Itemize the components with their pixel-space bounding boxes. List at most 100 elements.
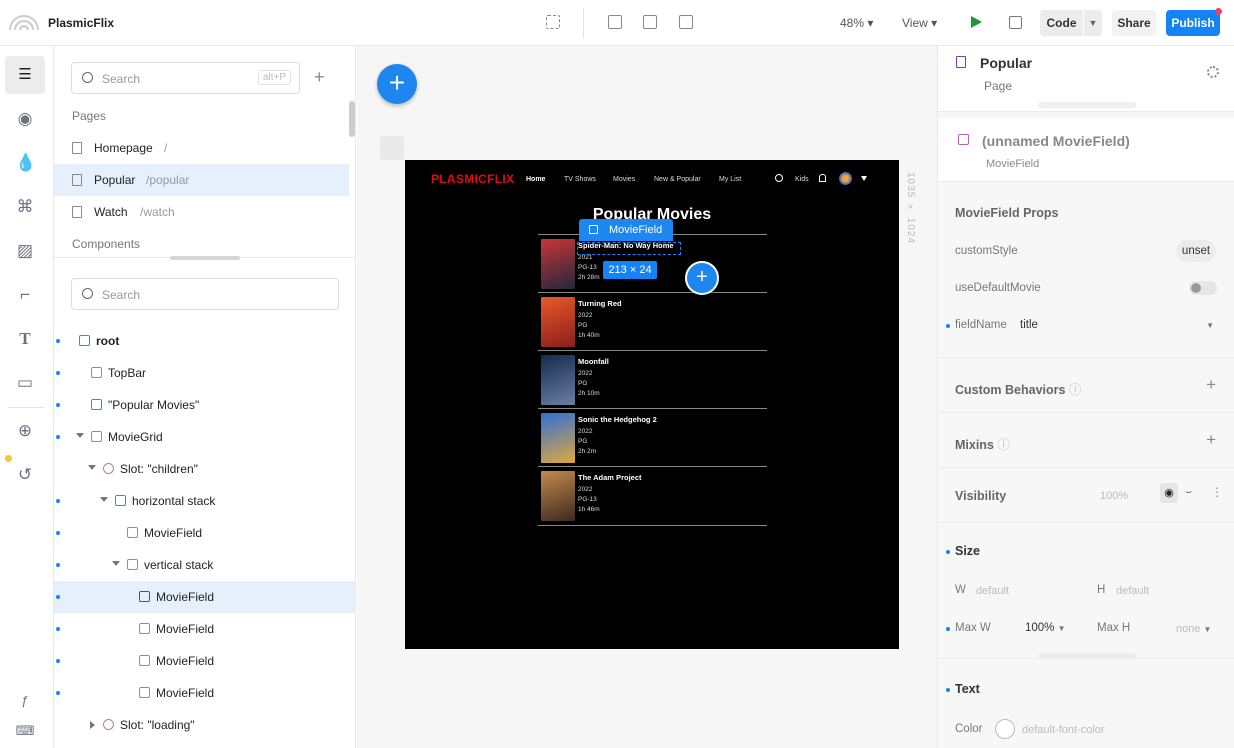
- site-nav-new-popular[interactable]: New & Popular: [654, 176, 701, 183]
- site-logo[interactable]: PLASMICFLIX: [431, 172, 514, 186]
- movie-runtime[interactable]: 2h 28m: [578, 274, 600, 281]
- movie-runtime[interactable]: 1h 46m: [578, 506, 600, 513]
- stack-icon[interactable]: [643, 15, 657, 29]
- tree-row-root[interactable]: root: [54, 325, 355, 357]
- tree-row-moviefield[interactable]: MovieField: [54, 517, 355, 549]
- movie-poster[interactable]: [541, 297, 575, 347]
- responsive-icon[interactable]: ▭: [15, 373, 35, 393]
- site-nav-home[interactable]: Home: [526, 176, 545, 183]
- color-value[interactable]: default-font-color: [1022, 724, 1105, 736]
- droplet-icon[interactable]: 💧: [15, 153, 36, 173]
- tree-row-slot-loading[interactable]: Slot: "loading": [54, 709, 355, 741]
- movie-poster[interactable]: [541, 355, 575, 405]
- tree-row-horizontal-stack[interactable]: horizontal stack: [54, 485, 355, 517]
- history-icon[interactable]: ↺: [15, 465, 35, 485]
- design-canvas[interactable]: + 1035 × 1024 PLASMICFLIX Home TV Shows …: [357, 46, 937, 748]
- frame-fullscreen-icon[interactable]: [380, 136, 404, 160]
- movie-year[interactable]: 2022: [578, 486, 592, 493]
- text-block-icon[interactable]: [679, 15, 693, 29]
- movie-year[interactable]: 2022: [578, 428, 592, 435]
- add-mixin-icon[interactable]: +: [1206, 430, 1216, 450]
- tree-row-moviefield[interactable]: MovieField: [54, 677, 355, 709]
- tree-search-input[interactable]: Search: [71, 278, 339, 310]
- site-kids-link[interactable]: Kids: [795, 176, 809, 183]
- eye-closed-icon[interactable]: ⌣: [1185, 486, 1192, 499]
- color-swatch[interactable]: [995, 719, 1015, 739]
- chevron-down-icon[interactable]: [88, 465, 96, 470]
- plasmic-logo-icon[interactable]: [8, 12, 40, 32]
- add-page-icon[interactable]: +: [314, 67, 325, 88]
- movie-runtime[interactable]: 1h 40m: [578, 332, 600, 339]
- movie-rating[interactable]: PG: [578, 380, 587, 387]
- site-nav-tv-shows[interactable]: TV Shows: [564, 176, 596, 183]
- height-input[interactable]: default: [1116, 585, 1149, 597]
- tree-row-vertical-stack[interactable]: vertical stack: [54, 549, 355, 581]
- movie-title[interactable]: Turning Red: [578, 299, 622, 308]
- tree-row-slot-children[interactable]: Slot: "children": [54, 453, 355, 485]
- chevron-down-icon[interactable]: [100, 497, 108, 502]
- typography-icon[interactable]: T: [15, 329, 35, 349]
- tree-row-text[interactable]: "Popular Movies": [54, 389, 355, 421]
- page-search-input[interactable]: Search alt+P: [71, 62, 300, 94]
- gear-icon[interactable]: [1207, 66, 1219, 78]
- preview-play-icon[interactable]: [971, 16, 982, 28]
- compass-icon[interactable]: ◉: [15, 109, 35, 129]
- field-name-value[interactable]: title: [1020, 319, 1038, 331]
- movie-runtime[interactable]: 2h 2m: [578, 448, 596, 455]
- movie-row[interactable]: Sonic the Hedgehog 2 2022 PG 2h 2m: [538, 408, 767, 466]
- opacity-value[interactable]: 100%: [1100, 490, 1128, 502]
- figma-icon[interactable]: ƒ: [15, 691, 35, 711]
- movie-rating[interactable]: PG: [578, 322, 587, 329]
- site-bell-icon[interactable]: [819, 174, 826, 182]
- zoom-select[interactable]: 48% ▾: [840, 16, 873, 30]
- max-height-input[interactable]: none ▼: [1176, 623, 1211, 635]
- panel-resize-handle[interactable]: [170, 256, 240, 260]
- code-button[interactable]: Code: [1040, 10, 1083, 36]
- tree-row-moviefield-selected[interactable]: MovieField: [54, 581, 355, 613]
- paint-roller-icon[interactable]: ⌐: [15, 285, 35, 305]
- open-external-icon[interactable]: [1009, 16, 1022, 29]
- movie-title[interactable]: Sonic the Hedgehog 2: [578, 415, 657, 424]
- movie-poster[interactable]: [541, 413, 575, 463]
- movie-year[interactable]: 2021: [578, 254, 592, 261]
- more-icon[interactable]: ⋮: [1211, 485, 1223, 499]
- site-avatar[interactable]: [839, 172, 852, 185]
- movie-rating[interactable]: PG: [578, 438, 587, 445]
- page-row-popular[interactable]: Popular /popular: [54, 164, 349, 196]
- add-behavior-icon[interactable]: +: [1206, 375, 1216, 395]
- image-icon[interactable]: ▨: [15, 241, 35, 261]
- pages-scrollbar[interactable]: [349, 101, 355, 137]
- eye-icon[interactable]: ◉: [1160, 483, 1178, 503]
- view-menu[interactable]: View ▾: [902, 16, 937, 30]
- keyboard-icon[interactable]: ⌨: [15, 721, 35, 741]
- chevron-down-icon[interactable]: [76, 433, 84, 438]
- fullscreen-icon[interactable]: [546, 15, 560, 29]
- insert-panel-icon[interactable]: [608, 15, 622, 29]
- chevron-down-icon[interactable]: ▼: [1206, 321, 1214, 330]
- movie-title[interactable]: The Adam Project: [578, 473, 642, 482]
- tree-row-topbar[interactable]: TopBar: [54, 357, 355, 389]
- code-dropdown-icon[interactable]: ▼: [1084, 10, 1102, 36]
- insert-plus-button[interactable]: +: [377, 64, 417, 104]
- selection-outline[interactable]: [577, 242, 681, 255]
- page-row-homepage[interactable]: Homepage /: [54, 132, 349, 164]
- site-search-icon[interactable]: [775, 174, 783, 182]
- site-nav-my-list[interactable]: My List: [719, 176, 741, 183]
- tree-row-moviegrid[interactable]: MovieGrid: [54, 421, 355, 453]
- share-button[interactable]: Share: [1112, 10, 1156, 36]
- movie-year[interactable]: 2022: [578, 370, 592, 377]
- movie-row[interactable]: The Adam Project 2022 PG-13 1h 46m: [538, 466, 767, 524]
- movie-row[interactable]: Moonfall 2022 PG 2h 10m: [538, 350, 767, 408]
- chevron-right-icon[interactable]: [90, 721, 95, 729]
- import-icon[interactable]: ⊕: [15, 421, 35, 441]
- site-dropdown-icon[interactable]: [861, 176, 867, 181]
- movie-row[interactable]: Turning Red 2022 PG 1h 40m: [538, 292, 767, 350]
- publish-button[interactable]: Publish: [1166, 10, 1220, 36]
- width-input[interactable]: default: [976, 585, 1009, 597]
- movie-poster[interactable]: [541, 239, 575, 289]
- collapse-handle[interactable]: [1038, 102, 1136, 108]
- use-default-toggle[interactable]: [1189, 281, 1217, 295]
- element-name[interactable]: (unnamed MovieField): [982, 133, 1130, 149]
- movie-year[interactable]: 2022: [578, 312, 592, 319]
- insert-sibling-button[interactable]: +: [685, 261, 719, 295]
